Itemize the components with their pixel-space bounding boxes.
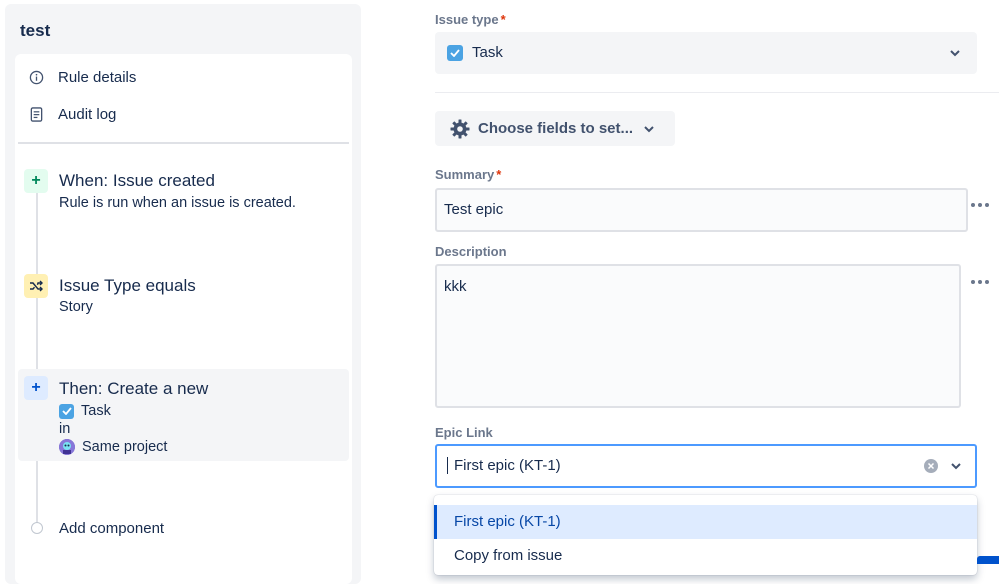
action-project: Same project: [59, 439, 167, 455]
plus-icon: +: [24, 169, 48, 193]
epic-link-value: First epic (KT-1): [454, 457, 561, 474]
issue-type-value: Task: [447, 44, 503, 61]
rule-details-link[interactable]: Rule details: [28, 64, 136, 90]
task-checkbox-icon: [447, 44, 463, 61]
trigger-step[interactable]: + When: Issue created Rule is run when a…: [18, 163, 349, 223]
issue-type-label: Issue type *: [435, 12, 506, 27]
summary-label: Summary *: [435, 167, 501, 182]
rule-title: test: [20, 21, 51, 40]
timeline-line: [36, 189, 38, 529]
section-divider: [435, 92, 999, 93]
text-cursor: [447, 457, 448, 474]
dropdown-option[interactable]: First epic (KT-1): [434, 505, 977, 539]
audit-log-link[interactable]: Audit log: [28, 101, 116, 127]
trigger-subtitle: Rule is run when an issue is created.: [59, 195, 296, 211]
trigger-title: When: Issue created: [59, 171, 215, 190]
option-label: First epic (KT-1): [454, 513, 561, 530]
action-title: Then: Create a new: [59, 379, 209, 398]
project-avatar-icon: [59, 439, 75, 455]
save-button-edge[interactable]: [977, 556, 999, 564]
chevron-down-icon[interactable]: [948, 458, 964, 474]
issue-type-value-text: Task: [472, 44, 503, 61]
gear-icon: [450, 119, 470, 139]
document-icon: [28, 106, 44, 122]
plus-icon: +: [24, 376, 48, 400]
issue-type-label-text: Issue type: [435, 12, 499, 27]
choose-fields-label: Choose fields to set...: [478, 120, 634, 137]
info-icon: [28, 69, 44, 85]
add-component-label: Add component: [59, 520, 165, 537]
action-in-label: in: [59, 421, 71, 437]
description-label: Description: [435, 244, 507, 259]
audit-log-label: Audit log: [58, 105, 117, 123]
issue-type-select[interactable]: Task: [435, 32, 977, 74]
summary-more-icon[interactable]: [967, 195, 993, 215]
menu-divider: [18, 142, 349, 144]
condition-subtitle: Story: [59, 299, 93, 315]
description-more-icon[interactable]: [967, 272, 993, 292]
summary-label-text: Summary: [435, 167, 495, 182]
description-textarea[interactable]: kkk: [435, 264, 961, 408]
task-checkbox-icon: [59, 403, 74, 419]
action-type-label: Task: [81, 403, 111, 419]
action-project-label: Same project: [82, 439, 168, 455]
chevron-down-icon: [643, 125, 655, 133]
condition-step[interactable]: Issue Type equals Story: [18, 268, 349, 328]
summary-input[interactable]: Test epic: [435, 188, 968, 232]
epic-link-dropdown: First epic (KT-1) Copy from issue: [434, 495, 977, 575]
rule-card: Rule details Audit log + When: Issue cre…: [15, 54, 352, 584]
chevron-down-icon: [947, 45, 963, 61]
rule-panel: test Rule details Audit log + When: Issu…: [5, 4, 361, 584]
shuffle-icon: [24, 274, 48, 298]
clear-icon[interactable]: [924, 459, 938, 473]
epic-link-label: Epic Link: [435, 425, 493, 440]
choose-fields-button[interactable]: Choose fields to set...: [435, 111, 675, 146]
required-marker: *: [496, 167, 502, 182]
condition-title: Issue Type equals: [59, 276, 196, 295]
action-step[interactable]: + Then: Create a new Task in Same projec…: [18, 369, 349, 461]
dropdown-option[interactable]: Copy from issue: [434, 539, 977, 573]
option-label: Copy from issue: [454, 547, 563, 564]
action-issue-type: Task: [59, 403, 111, 419]
required-marker: *: [500, 12, 506, 27]
add-component-button[interactable]: Add component: [18, 514, 349, 544]
epic-link-select[interactable]: First epic (KT-1): [435, 444, 977, 488]
add-component-dot-icon: [31, 522, 43, 534]
rule-details-label: Rule details: [58, 68, 137, 86]
